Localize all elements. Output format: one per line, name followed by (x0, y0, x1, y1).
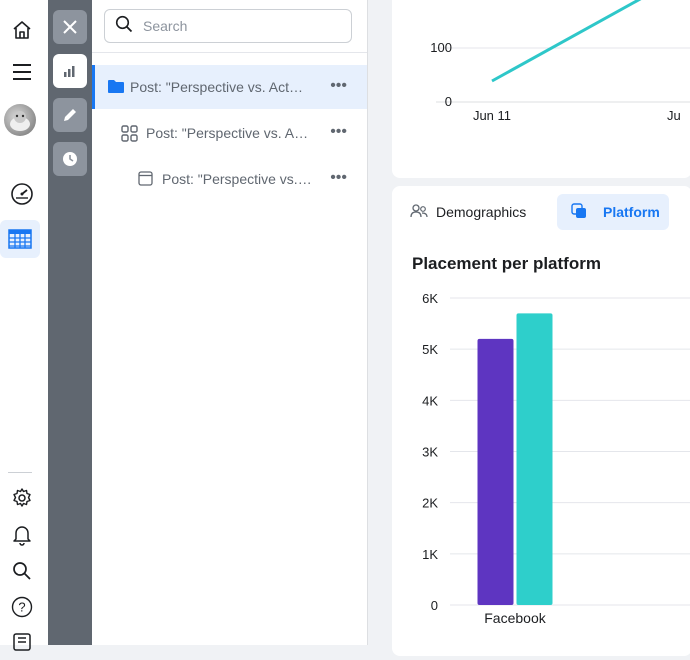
breakdown-tabs: Demographics Platform (392, 194, 690, 230)
reports-icon[interactable] (4, 624, 40, 660)
y-tick-label: 100 (430, 40, 452, 55)
tab-label: Platform (603, 204, 660, 220)
grid-icon (121, 125, 138, 147)
chart-title: Placement per platform (412, 254, 601, 273)
x-tick-label: Jun 11 (473, 108, 511, 123)
tool-strip (48, 0, 92, 645)
breakdown-card: Demographics Platform Placement per plat… (392, 186, 690, 656)
x-tick-label: Ju (667, 108, 681, 123)
y-tick-label: 0 (431, 598, 438, 613)
bar-chart-icon[interactable] (53, 54, 87, 88)
y-tick-label: 3K (422, 445, 438, 460)
platform-icon (571, 202, 587, 222)
bar-1[interactable] (516, 313, 553, 605)
tree-row-label: Post: "Perspective vs. Ac… (146, 125, 310, 141)
more-options-icon[interactable]: ••• (330, 169, 347, 187)
dashboard-gauge-icon[interactable] (4, 176, 40, 212)
campaign-tree-panel: Post: "Perspective vs. Actu… ••• Post: "… (92, 0, 368, 645)
series-line (491, 0, 642, 83)
bar-0[interactable] (477, 338, 514, 605)
bell-icon[interactable] (4, 517, 40, 553)
folder-icon (107, 79, 125, 99)
y-tick-label: 1K (422, 547, 438, 562)
placement-bar-chart: 0 1K 2K 3K 4K 5K 6K Facebook (422, 291, 690, 626)
more-options-icon[interactable]: ••• (330, 77, 347, 95)
y-tick-label: 4K (422, 393, 438, 408)
tree-row-label: Post: "Perspective vs. Actu… (130, 79, 310, 95)
trend-line-chart: 100 0 Jun 11 Ju (430, 0, 690, 123)
tree-row-adset[interactable]: Post: "Perspective vs. Ac… ••• (92, 111, 367, 155)
tree-row-label: Post: "Perspective vs. … (162, 171, 312, 187)
search-icon[interactable] (4, 553, 40, 589)
clock-icon[interactable] (53, 142, 87, 176)
y-tick-label: 6K (422, 291, 438, 306)
tree-row-ad[interactable]: Post: "Perspective vs. … ••• (92, 157, 367, 201)
pencil-icon[interactable] (53, 98, 87, 132)
ad-icon (138, 171, 153, 191)
table-icon[interactable] (0, 220, 40, 258)
help-icon[interactable]: ? (4, 589, 40, 625)
people-icon (410, 203, 428, 221)
settings-gear-icon[interactable] (4, 480, 40, 516)
more-options-icon[interactable]: ••• (330, 123, 347, 141)
tab-label: Demographics (436, 204, 527, 220)
avatar[interactable] (4, 104, 36, 136)
divider (92, 52, 367, 53)
left-nav-rail: ? (0, 0, 49, 651)
y-tick-label: 5K (422, 342, 438, 357)
home-icon[interactable] (4, 12, 40, 48)
y-tick-label: 2K (422, 496, 438, 511)
menu-icon[interactable] (4, 54, 40, 90)
tree-row-campaign[interactable]: Post: "Perspective vs. Actu… ••• (92, 65, 367, 109)
tab-platform[interactable]: Platform (557, 194, 669, 230)
rail-divider (8, 472, 32, 473)
search-input[interactable] (141, 17, 335, 35)
close-icon[interactable] (53, 10, 87, 44)
x-category-label: Facebook (484, 610, 546, 626)
trend-chart-card: 100 0 Jun 11 Ju (392, 0, 690, 178)
search-box[interactable] (104, 9, 352, 43)
svg-text:?: ? (18, 600, 25, 615)
y-tick-label: 0 (445, 94, 452, 109)
search-icon (115, 15, 133, 38)
tab-demographics[interactable]: Demographics (410, 194, 548, 230)
